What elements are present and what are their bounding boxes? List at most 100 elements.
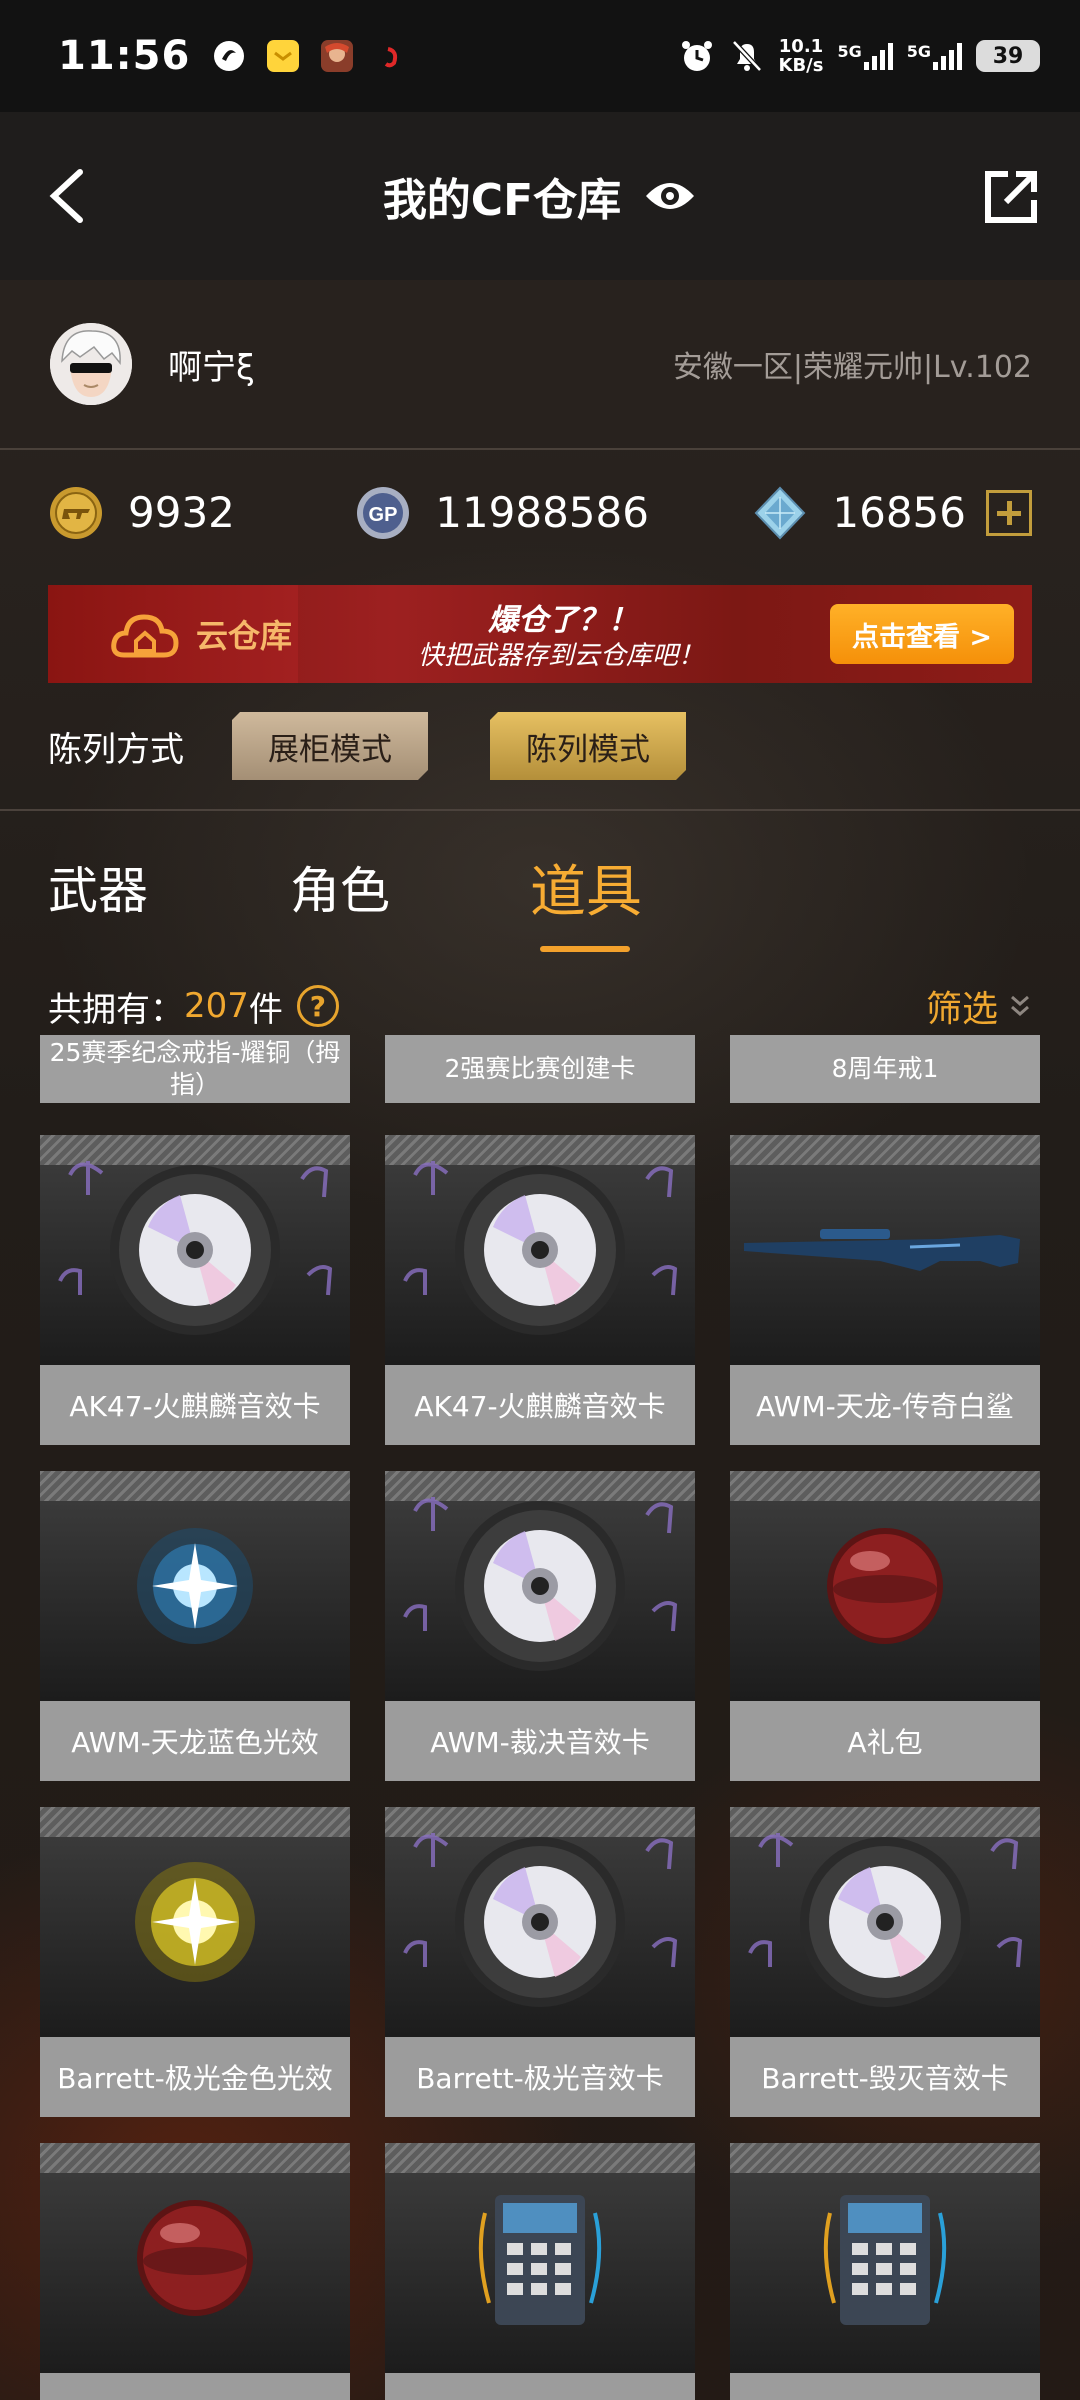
item-card[interactable]: AK47-火麒麟音效卡 (40, 1135, 350, 1445)
item-card-image (40, 2143, 350, 2373)
signal-bars-icon (863, 42, 893, 70)
signal-1-label: 5G (837, 42, 862, 61)
cloud-storage-banner[interactable]: 云仓库 爆仓了？！ 快把武器存到云仓库吧！ 点击查看 > (48, 585, 1032, 683)
item-card-image (385, 1807, 695, 2037)
cf-points: 9932 (48, 485, 355, 541)
item-card[interactable]: A礼包 (730, 1471, 1040, 1781)
item-card[interactable]: AWM-天龙蓝色光效 (40, 1471, 350, 1781)
item-card-label: AWM-天龙蓝色光效 (40, 1701, 350, 1781)
top-navigation-bar: 我的CF仓库 (0, 112, 1080, 280)
item-card[interactable]: Barrett-极光音效卡 (385, 1807, 695, 2117)
status-indicators: 10.1 KB/s 5G 5G 39 (679, 37, 1040, 75)
item-card-label (730, 2373, 1040, 2400)
cf-coin-icon (50, 486, 102, 539)
item-card[interactable] (40, 2143, 350, 2400)
cf-points-value: 9932 (128, 488, 235, 537)
tab-roles[interactable]: 角色 (290, 851, 390, 923)
banner-subline: 快把武器存到云仓库吧！ (418, 641, 705, 671)
item-card-label: AK47-火麒麟音效卡 (40, 1365, 350, 1445)
item-card-label (40, 2373, 350, 2400)
gp-value: 11988586 (435, 488, 649, 537)
blue-glow-icon (137, 1528, 253, 1644)
item-card[interactable]: Barrett-毁灭音效卡 (730, 1807, 1040, 2117)
category-tabs: 武器 角色 道具 (0, 811, 1080, 961)
diamond-points: 16856 (752, 485, 1032, 541)
gold-glow-icon (135, 1862, 255, 1982)
sniper-rifle-icon (744, 1229, 1020, 1271)
item-card-image (385, 1471, 695, 1701)
music-disc-icon (403, 1833, 678, 2007)
item-card-image (40, 1471, 350, 1701)
item-card-image (730, 2143, 1040, 2373)
active-tab-indicator (540, 946, 630, 952)
signal-2-label: 5G (906, 42, 931, 61)
display-mode-button[interactable]: 陈列模式 (490, 712, 686, 780)
signal-2: 5G (907, 42, 962, 70)
item-card[interactable] (385, 2143, 695, 2400)
banner-headline: 爆仓了？！ (488, 603, 638, 638)
music-disc-icon (58, 1161, 333, 1335)
network-speed-unit: KB/s (778, 55, 824, 76)
arrange-mode-row: 陈列方式 展柜模式 陈列模式 (0, 683, 1080, 811)
device-icon (478, 2195, 602, 2325)
back-button[interactable] (40, 164, 100, 228)
gp-points: GP 11988586 (355, 485, 752, 541)
eye-icon[interactable] (643, 176, 697, 216)
item-card-label: A礼包 (730, 1701, 1040, 1781)
app-notification-icon (214, 41, 245, 71)
item-card-label: Barrett-极光音效卡 (385, 2037, 695, 2117)
item-card[interactable]: Barrett-极光金色光效 (40, 1807, 350, 2117)
tab-weapons[interactable]: 武器 (48, 851, 148, 923)
status-time: 11:56 (58, 33, 191, 79)
item-card-image (385, 1135, 695, 1365)
title-group: 我的CF仓库 (383, 164, 697, 228)
count-row: 共拥有： 207 件 ? 筛选 (0, 961, 1080, 1051)
network-speed: 10.1 KB/s (779, 37, 824, 75)
item-card-image (730, 1807, 1040, 2037)
item-card[interactable]: AWM-天龙-传奇白鲨 (730, 1135, 1040, 1445)
diamond-icon (755, 486, 806, 539)
item-card[interactable] (730, 2143, 1040, 2400)
item-card-label: AWM-天龙-传奇白鲨 (730, 1365, 1040, 1445)
item-card-image (385, 2143, 695, 2373)
red-orb-icon (827, 1528, 943, 1644)
double-chevron-down-icon (1011, 995, 1029, 1016)
item-card[interactable]: AWM-裁决音效卡 (385, 1471, 695, 1781)
svg-text:GP: GP (369, 504, 398, 526)
share-button[interactable] (982, 168, 1040, 226)
count-unit: 件 (248, 989, 283, 1030)
item-card-label: Barrett-极光金色光效 (40, 2037, 350, 2117)
diamond-value: 16856 (832, 488, 966, 537)
music-disc-icon (403, 1497, 678, 1671)
currency-row: 9932 GP 11988586 16856 (0, 450, 1080, 575)
avatar[interactable] (50, 323, 132, 405)
status-bar: 11:56 10.1 KB/s 5G 5G 39 (0, 0, 1080, 112)
item-card-image (40, 1135, 350, 1365)
music-disc-icon (748, 1833, 1023, 2007)
item-card-label: Barrett-毁灭音效卡 (730, 2037, 1040, 2117)
signal-bars-icon (933, 42, 962, 70)
item-card-label (385, 2373, 695, 2400)
tab-items[interactable]: 道具 (530, 847, 642, 928)
alarm-icon (681, 41, 712, 71)
showcase-mode-button[interactable]: 展柜模式 (232, 712, 428, 780)
signal-1: 5G (837, 42, 893, 70)
avatar-image (50, 323, 132, 405)
profile-row: 啊宁ξ 安徽一区|荣耀元帅|Lv.102 (0, 280, 1080, 450)
main-content: 啊宁ξ 安徽一区|荣耀元帅|Lv.102 9932 GP 11988586 16… (0, 280, 1080, 1051)
add-currency-button[interactable] (986, 489, 1032, 536)
chat-app-icon (267, 40, 300, 72)
view-cloud-button[interactable]: 点击查看 > (830, 604, 1014, 664)
server-rank-level: 安徽一区|荣耀元帅|Lv.102 (672, 350, 1032, 385)
count-value: 207 (184, 986, 249, 1026)
gp-coin-icon: GP (357, 486, 410, 539)
item-card[interactable]: AK47-火麒麟音效卡 (385, 1135, 695, 1445)
cloud-house-icon (111, 614, 179, 658)
status-app-icons (212, 39, 408, 73)
item-card-label: AWM-裁决音效卡 (385, 1701, 695, 1781)
filter-button[interactable]: 筛选 (926, 980, 1032, 1032)
game-app-icon (321, 40, 354, 72)
red-app-icon (385, 47, 398, 68)
help-icon[interactable]: ? (296, 985, 339, 1027)
battery-indicator: 39 (976, 40, 1040, 72)
